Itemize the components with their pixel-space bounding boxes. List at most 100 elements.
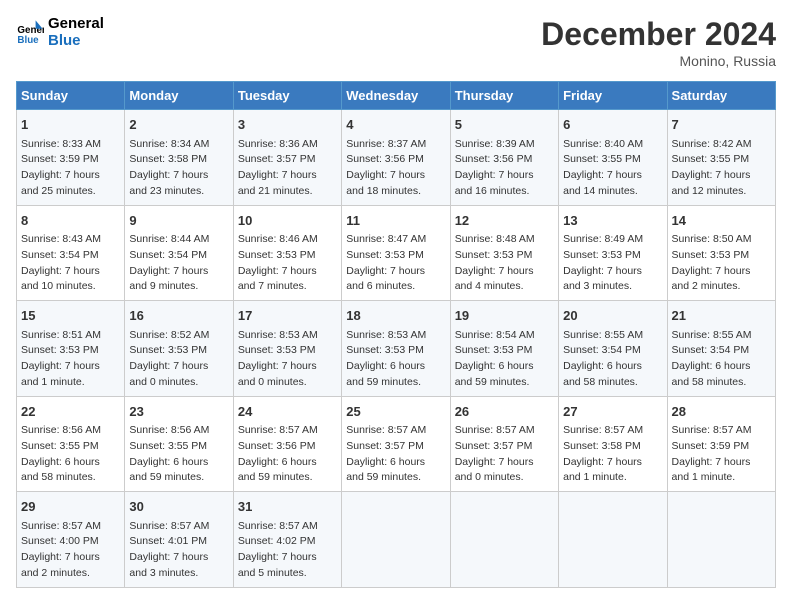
- calendar-week-row: 22 Sunrise: 8:56 AM Sunset: 3:55 PM Dayli…: [17, 396, 776, 492]
- day-detail: Sunrise: 8:57 AM Sunset: 4:02 PM Dayligh…: [238, 519, 337, 582]
- day-number: 19: [455, 306, 554, 326]
- svg-text:Blue: Blue: [17, 34, 39, 45]
- title-area: December 2024 Monino, Russia: [541, 16, 776, 69]
- day-number: 2: [129, 115, 228, 135]
- calendar-subtitle: Monino, Russia: [541, 53, 776, 69]
- day-detail: Sunrise: 8:48 AM Sunset: 3:53 PM Dayligh…: [455, 232, 554, 295]
- day-detail: Sunrise: 8:42 AM Sunset: 3:55 PM Dayligh…: [672, 137, 771, 200]
- calendar-week-row: 1Sunrise: 8:33 AM Sunset: 3:59 PM Daylig…: [17, 110, 776, 206]
- day-detail: Sunrise: 8:53 AM Sunset: 3:53 PM Dayligh…: [346, 328, 445, 391]
- logo-icon: General Blue: [16, 19, 44, 47]
- header-saturday: Saturday: [667, 82, 775, 110]
- calendar-cell: 25Sunrise: 8:57 AM Sunset: 3:57 PM Dayli…: [342, 396, 450, 492]
- calendar-cell: 19Sunrise: 8:54 AM Sunset: 3:53 PM Dayli…: [450, 301, 558, 397]
- day-number: 21: [672, 306, 771, 326]
- day-detail: Sunrise: 8:57 AM Sunset: 3:58 PM Dayligh…: [563, 423, 662, 486]
- day-detail: Sunrise: 8:44 AM Sunset: 3:54 PM Dayligh…: [129, 232, 228, 295]
- day-detail: Sunrise: 8:53 AM Sunset: 3:53 PM Dayligh…: [238, 328, 337, 391]
- day-number: 30: [129, 497, 228, 517]
- calendar-cell: 23Sunrise: 8:56 AM Sunset: 3:55 PM Dayli…: [125, 396, 233, 492]
- calendar-cell: [450, 492, 558, 588]
- day-detail: Sunrise: 8:57 AM Sunset: 4:01 PM Dayligh…: [129, 519, 228, 582]
- day-detail: Sunrise: 8:40 AM Sunset: 3:55 PM Dayligh…: [563, 137, 662, 200]
- day-number: 5: [455, 115, 554, 135]
- calendar-cell: 10Sunrise: 8:46 AM Sunset: 3:53 PM Dayli…: [233, 205, 341, 301]
- day-number: 8: [21, 211, 120, 231]
- day-number: 20: [563, 306, 662, 326]
- calendar-cell: 29Sunrise: 8:57 AM Sunset: 4:00 PM Dayli…: [17, 492, 125, 588]
- calendar-cell: 27Sunrise: 8:57 AM Sunset: 3:58 PM Dayli…: [559, 396, 667, 492]
- day-number: 26: [455, 402, 554, 422]
- calendar-cell: 18Sunrise: 8:53 AM Sunset: 3:53 PM Dayli…: [342, 301, 450, 397]
- day-number: 23: [129, 402, 228, 422]
- day-number: 22: [21, 402, 120, 422]
- calendar-cell: 13Sunrise: 8:49 AM Sunset: 3:53 PM Dayli…: [559, 205, 667, 301]
- calendar-cell: 7Sunrise: 8:42 AM Sunset: 3:55 PM Daylig…: [667, 110, 775, 206]
- day-detail: Sunrise: 8:57 AM Sunset: 3:59 PM Dayligh…: [672, 423, 771, 486]
- day-detail: Sunrise: 8:36 AM Sunset: 3:57 PM Dayligh…: [238, 137, 337, 200]
- day-number: 31: [238, 497, 337, 517]
- header-tuesday: Tuesday: [233, 82, 341, 110]
- calendar-cell: 6Sunrise: 8:40 AM Sunset: 3:55 PM Daylig…: [559, 110, 667, 206]
- logo: General Blue General Blue: [16, 16, 104, 49]
- header-monday: Monday: [125, 82, 233, 110]
- day-number: 6: [563, 115, 662, 135]
- calendar-header-row: SundayMondayTuesdayWednesdayThursdayFrid…: [17, 82, 776, 110]
- calendar-cell: 1Sunrise: 8:33 AM Sunset: 3:59 PM Daylig…: [17, 110, 125, 206]
- day-detail: Sunrise: 8:54 AM Sunset: 3:53 PM Dayligh…: [455, 328, 554, 391]
- day-number: 13: [563, 211, 662, 231]
- calendar-cell: 12Sunrise: 8:48 AM Sunset: 3:53 PM Dayli…: [450, 205, 558, 301]
- calendar-cell: 14Sunrise: 8:50 AM Sunset: 3:53 PM Dayli…: [667, 205, 775, 301]
- day-detail: Sunrise: 8:56 AM Sunset: 3:55 PM Dayligh…: [129, 423, 228, 486]
- day-detail: Sunrise: 8:46 AM Sunset: 3:53 PM Dayligh…: [238, 232, 337, 295]
- logo-blue: Blue: [48, 33, 104, 50]
- day-detail: Sunrise: 8:51 AM Sunset: 3:53 PM Dayligh…: [21, 328, 120, 391]
- day-detail: Sunrise: 8:55 AM Sunset: 3:54 PM Dayligh…: [672, 328, 771, 391]
- calendar-week-row: 8Sunrise: 8:43 AM Sunset: 3:54 PM Daylig…: [17, 205, 776, 301]
- day-number: 1: [21, 115, 120, 135]
- calendar-cell: 11Sunrise: 8:47 AM Sunset: 3:53 PM Dayli…: [342, 205, 450, 301]
- day-detail: Sunrise: 8:57 AM Sunset: 3:57 PM Dayligh…: [455, 423, 554, 486]
- day-number: 7: [672, 115, 771, 135]
- day-detail: Sunrise: 8:55 AM Sunset: 3:54 PM Dayligh…: [563, 328, 662, 391]
- calendar-cell: 4Sunrise: 8:37 AM Sunset: 3:56 PM Daylig…: [342, 110, 450, 206]
- day-detail: Sunrise: 8:50 AM Sunset: 3:53 PM Dayligh…: [672, 232, 771, 295]
- day-number: 14: [672, 211, 771, 231]
- day-detail: Sunrise: 8:34 AM Sunset: 3:58 PM Dayligh…: [129, 137, 228, 200]
- calendar-table: SundayMondayTuesdayWednesdayThursdayFrid…: [16, 81, 776, 588]
- day-number: 11: [346, 211, 445, 231]
- calendar-cell: 20Sunrise: 8:55 AM Sunset: 3:54 PM Dayli…: [559, 301, 667, 397]
- day-number: 3: [238, 115, 337, 135]
- calendar-cell: 15Sunrise: 8:51 AM Sunset: 3:53 PM Dayli…: [17, 301, 125, 397]
- calendar-cell: 2Sunrise: 8:34 AM Sunset: 3:58 PM Daylig…: [125, 110, 233, 206]
- calendar-cell: 5Sunrise: 8:39 AM Sunset: 3:56 PM Daylig…: [450, 110, 558, 206]
- day-detail: Sunrise: 8:39 AM Sunset: 3:56 PM Dayligh…: [455, 137, 554, 200]
- header-friday: Friday: [559, 82, 667, 110]
- day-detail: Sunrise: 8:47 AM Sunset: 3:53 PM Dayligh…: [346, 232, 445, 295]
- calendar-cell: 31Sunrise: 8:57 AM Sunset: 4:02 PM Dayli…: [233, 492, 341, 588]
- header-thursday: Thursday: [450, 82, 558, 110]
- calendar-title: December 2024: [541, 16, 776, 53]
- day-detail: Sunrise: 8:57 AM Sunset: 3:57 PM Dayligh…: [346, 423, 445, 486]
- day-number: 27: [563, 402, 662, 422]
- day-number: 18: [346, 306, 445, 326]
- calendar-cell: 30Sunrise: 8:57 AM Sunset: 4:01 PM Dayli…: [125, 492, 233, 588]
- calendar-cell: 8Sunrise: 8:43 AM Sunset: 3:54 PM Daylig…: [17, 205, 125, 301]
- day-number: 10: [238, 211, 337, 231]
- day-number: 16: [129, 306, 228, 326]
- day-number: 25: [346, 402, 445, 422]
- calendar-cell: 28Sunrise: 8:57 AM Sunset: 3:59 PM Dayli…: [667, 396, 775, 492]
- day-number: 4: [346, 115, 445, 135]
- calendar-cell: [559, 492, 667, 588]
- day-number: 15: [21, 306, 120, 326]
- day-number: 24: [238, 402, 337, 422]
- day-number: 12: [455, 211, 554, 231]
- day-detail: Sunrise: 8:52 AM Sunset: 3:53 PM Dayligh…: [129, 328, 228, 391]
- calendar-cell: 3Sunrise: 8:36 AM Sunset: 3:57 PM Daylig…: [233, 110, 341, 206]
- calendar-cell: 24Sunrise: 8:57 AM Sunset: 3:56 PM Dayli…: [233, 396, 341, 492]
- calendar-cell: 26Sunrise: 8:57 AM Sunset: 3:57 PM Dayli…: [450, 396, 558, 492]
- calendar-cell: [342, 492, 450, 588]
- calendar-cell: 21Sunrise: 8:55 AM Sunset: 3:54 PM Dayli…: [667, 301, 775, 397]
- calendar-cell: 17Sunrise: 8:53 AM Sunset: 3:53 PM Dayli…: [233, 301, 341, 397]
- calendar-week-row: 29Sunrise: 8:57 AM Sunset: 4:00 PM Dayli…: [17, 492, 776, 588]
